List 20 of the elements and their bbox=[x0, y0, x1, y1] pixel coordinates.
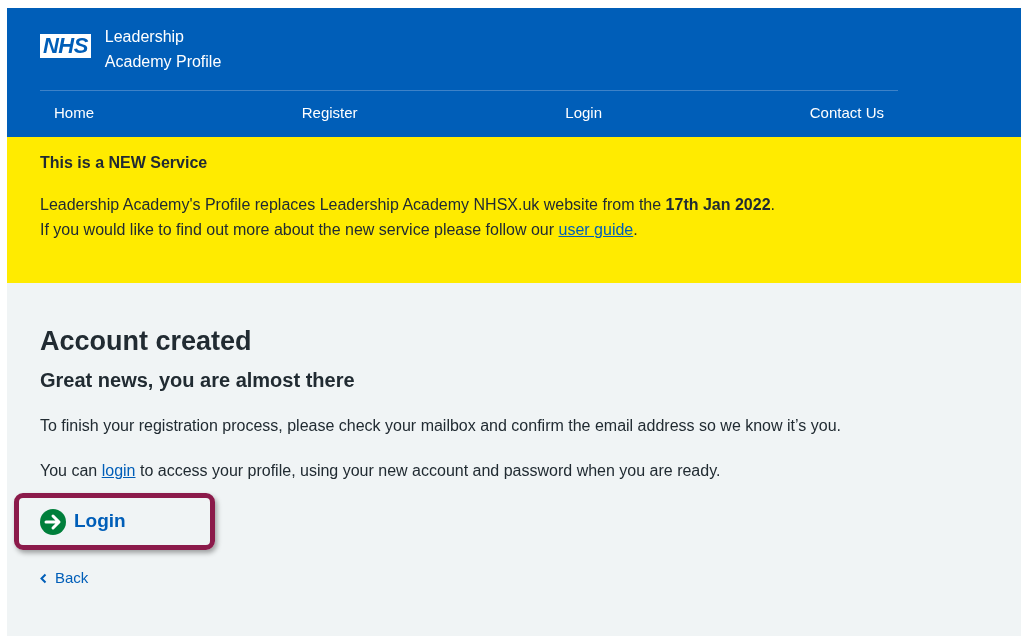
body-text: You can login to access your profile, using your new account and password when you are ready. bbox=[40, 461, 722, 481]
page-subtitle: Great news, you are almost there bbox=[40, 368, 356, 393]
login-action-link[interactable]: Login bbox=[74, 507, 126, 536]
banner-text: If you would like to find out more about the new service please follow our user guide. bbox=[40, 220, 639, 240]
arrow-right-circle-icon bbox=[40, 508, 66, 535]
site-title: Leadership bbox=[104, 27, 185, 47]
nav-link[interactable]: Contact Us bbox=[809, 102, 884, 125]
site-title: Academy Profile bbox=[104, 52, 222, 72]
inline-link[interactable]: login bbox=[101, 462, 136, 479]
page-title: Account created bbox=[40, 325, 253, 357]
back-link[interactable]: Back bbox=[40, 567, 89, 590]
banner-text: Leadership Academy's Profile replaces Leadership Academy NHSX.uk website from the 17th Jan 2022. bbox=[40, 195, 776, 215]
nav-link[interactable]: Register bbox=[301, 102, 358, 125]
nav-link[interactable]: Home bbox=[54, 102, 94, 125]
inline-link[interactable]: user guide bbox=[558, 221, 634, 238]
nhs-logo[interactable]: NHS bbox=[40, 34, 91, 58]
chevron-left-icon bbox=[40, 572, 47, 584]
banner-heading: This is a NEW Service bbox=[40, 153, 209, 173]
body-text: To finish your registration process, please check your mailbox and confirm the email address so we know it’s you. bbox=[40, 416, 842, 436]
nav-link[interactable]: Login bbox=[565, 102, 603, 125]
